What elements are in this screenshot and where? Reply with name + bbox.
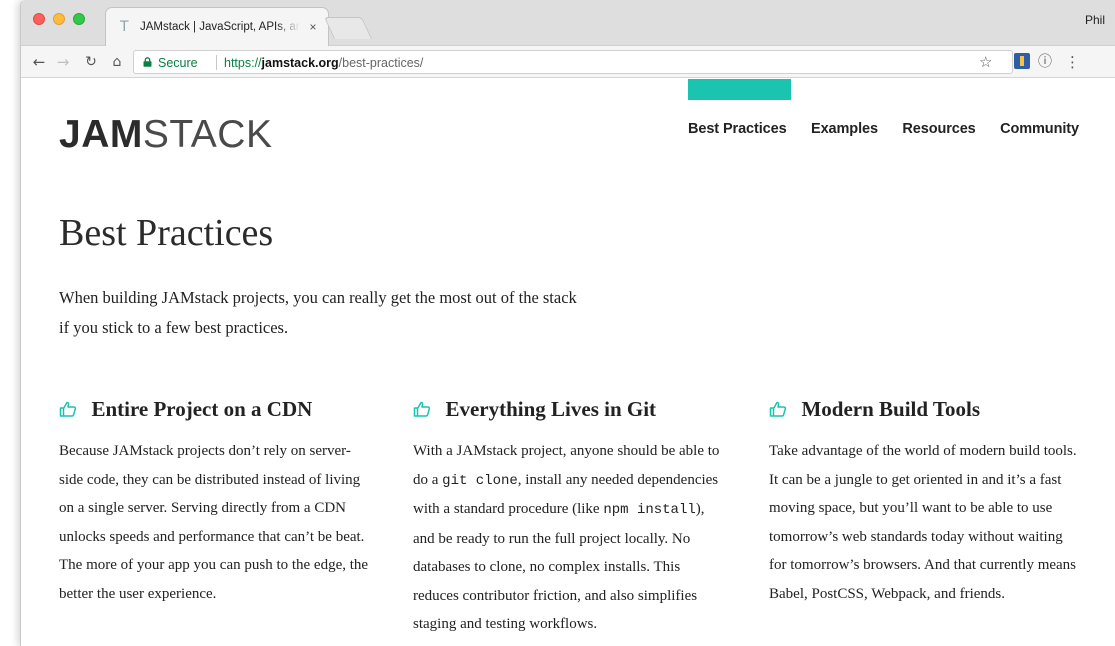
page-content: JAMSTACK Best Practices Examples Resourc… (21, 79, 1115, 646)
info-icon[interactable]: ⓘ (1038, 52, 1054, 72)
address-bar[interactable]: Secure https://jamstack.org/best-practic… (133, 50, 1013, 74)
close-window-button[interactable] (33, 13, 45, 25)
card-body: With a JAMstack project, anyone should b… (413, 437, 723, 639)
nav-accent-bar (688, 79, 791, 100)
card-body-part: ), and be ready to run the full project … (413, 501, 705, 632)
code-git-clone: git clone (442, 472, 518, 489)
practice-card-git: Everything Lives in Git With a JAMstack … (413, 397, 723, 639)
card-heading: Everything Lives in Git (413, 397, 723, 427)
extension-icon[interactable] (1014, 53, 1030, 69)
nav-resources[interactable]: Resources (902, 121, 975, 137)
card-heading: Entire Project on a CDN (59, 397, 369, 427)
menu-icon[interactable]: ⋮ (1065, 52, 1080, 72)
site-nav: Best Practices Examples Resources Commun… (688, 120, 1079, 140)
url-path: /best-practices/ (338, 56, 424, 70)
reload-icon[interactable]: ↻ (81, 52, 101, 72)
new-tab-button[interactable] (323, 17, 373, 39)
star-icon[interactable]: ☆ (979, 52, 995, 72)
logo-bold: JAM (59, 113, 143, 156)
nav-examples[interactable]: Examples (811, 121, 878, 137)
url-text[interactable]: https://jamstack.org/best-practices/ (224, 56, 423, 70)
card-title: Modern Build Tools (801, 397, 981, 421)
forward-icon[interactable]: → (53, 52, 73, 72)
address-divider (216, 55, 217, 70)
page-title: Best Practices (59, 212, 274, 254)
logo-light: STACK (142, 113, 273, 156)
url-host: jamstack.org (261, 56, 339, 70)
tab-close-icon[interactable]: × (306, 19, 320, 35)
card-body: Because JAMstack projects don’t rely on … (59, 443, 369, 602)
thumbs-up-icon (769, 401, 787, 417)
card-title: Everything Lives in Git (445, 397, 657, 421)
minimize-window-button[interactable] (53, 13, 65, 25)
profile-name[interactable]: Phil (1085, 13, 1105, 27)
thumbs-up-icon (413, 401, 431, 417)
thumbs-up-icon (59, 401, 77, 417)
practice-card-cdn: Entire Project on a CDN Because JAMstack… (59, 397, 369, 608)
card-title: Entire Project on a CDN (91, 397, 313, 421)
browser-tab[interactable]: T JAMstack | JavaScript, APIs, and Marku… (105, 7, 329, 46)
tab-strip: T JAMstack | JavaScript, APIs, and Marku… (21, 0, 1115, 46)
card-heading: Modern Build Tools (769, 397, 1079, 427)
zoom-window-button[interactable] (73, 13, 85, 25)
practice-card-build-tools: Modern Build Tools Take advantage of the… (769, 397, 1079, 608)
card-body: Take advantage of the world of modern bu… (769, 443, 1077, 602)
favicon-icon: T (120, 19, 129, 35)
url-protocol: https:// (224, 56, 262, 70)
nav-community[interactable]: Community (1000, 121, 1079, 137)
nav-best-practices[interactable]: Best Practices (688, 121, 787, 137)
tab-title: JAMstack | JavaScript, APIs, and Markup (140, 21, 300, 33)
browser-toolbar: ← → ↻ ⌂ Secure https://jamstack.org/best… (21, 46, 1115, 78)
back-icon[interactable]: ← (29, 52, 49, 72)
home-icon[interactable]: ⌂ (107, 52, 127, 72)
browser-window: T JAMstack | JavaScript, APIs, and Marku… (20, 0, 1115, 646)
secure-label: Secure (158, 56, 198, 70)
code-npm-install: npm install (603, 502, 696, 518)
site-logo[interactable]: JAMSTACK (59, 113, 272, 157)
lock-icon (143, 57, 152, 67)
intro-text: When building JAMstack projects, you can… (59, 288, 577, 337)
